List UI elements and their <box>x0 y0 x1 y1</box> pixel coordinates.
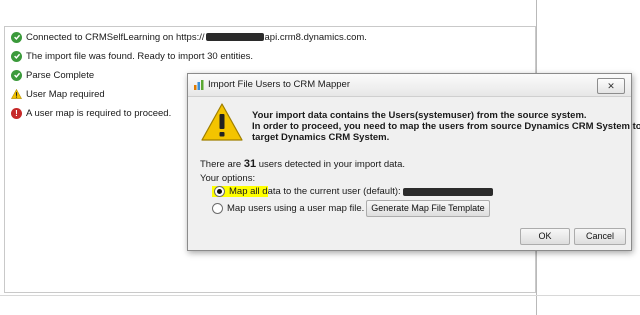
redacted-user-name <box>402 187 493 196</box>
radio-map-current-user[interactable] <box>214 186 225 197</box>
bottom-rule <box>0 295 640 296</box>
option2-text: Map users using a user map file. <box>227 203 365 214</box>
app-icon <box>194 80 204 90</box>
radio-selected-dot <box>217 189 222 194</box>
option1-highlight-text: Map all d <box>229 186 268 197</box>
log-line-user-map-error: ! A user map is required to proceed. <box>11 106 171 120</box>
log-line-connected: Connected to CRMSelfLearning on https://… <box>11 30 367 44</box>
radio-map-user-file[interactable] <box>212 203 223 214</box>
generate-map-template-button[interactable]: Generate Map File Template <box>366 200 490 217</box>
success-check-icon <box>11 31 22 43</box>
user-count: 31 <box>243 158 257 170</box>
message-line-3: target Dynamics CRM System. <box>252 132 390 143</box>
dialog-message: Your import data contains the Users(syst… <box>252 110 640 143</box>
dialog-title: Import File Users to CRM Mapper <box>208 79 351 90</box>
ok-button[interactable]: OK <box>520 228 570 245</box>
success-check-icon <box>11 50 22 62</box>
options-label: Your options: <box>200 173 256 184</box>
success-check-icon <box>11 69 22 81</box>
user-map-error-text: A user map is required to proceed. <box>26 107 172 119</box>
connected-prefix: Connected to CRMSelfLearning on https:// <box>26 31 205 43</box>
option1-rest-text: ata to the current user (default): <box>267 186 401 197</box>
user-map-required-text: User Map required <box>26 88 105 100</box>
message-line-2: In order to proceed, you need to map the… <box>252 121 640 132</box>
parse-complete-text: Parse Complete <box>26 69 95 81</box>
close-button[interactable]: ✕ <box>597 78 625 94</box>
log-line-parse-complete: Parse Complete <box>11 68 94 82</box>
redacted-org-name <box>205 33 264 41</box>
error-icon: ! <box>11 107 22 119</box>
warning-icon <box>11 89 22 100</box>
message-line-1: Your import data contains the Users(syst… <box>252 110 587 121</box>
count-suffix: users detected in your import data. <box>256 159 405 170</box>
count-prefix: There are <box>200 159 244 170</box>
radio-highlight: Map all d <box>212 186 268 197</box>
option-map-user-file[interactable]: Map users using a user map file. Generat… <box>212 200 490 217</box>
log-line-user-map-required: User Map required <box>11 87 105 101</box>
import-found-text: The import file was found. Ready to impo… <box>26 50 254 62</box>
user-count-line: There are 31 users detected in your impo… <box>200 158 405 170</box>
top-strip <box>0 0 640 20</box>
connected-suffix: api.crm8.dynamics.com. <box>264 31 367 43</box>
user-mapper-dialog: Import File Users to CRM Mapper ✕ Your i… <box>187 73 640 251</box>
warning-icon <box>201 103 243 141</box>
cancel-button[interactable]: Cancel <box>574 228 626 245</box>
dialog-title-bar[interactable]: Import File Users to CRM Mapper ✕ <box>188 74 631 97</box>
log-line-import-found: The import file was found. Ready to impo… <box>11 49 253 63</box>
option-map-current-user[interactable]: Map all d ata to the current user (defau… <box>212 186 494 197</box>
